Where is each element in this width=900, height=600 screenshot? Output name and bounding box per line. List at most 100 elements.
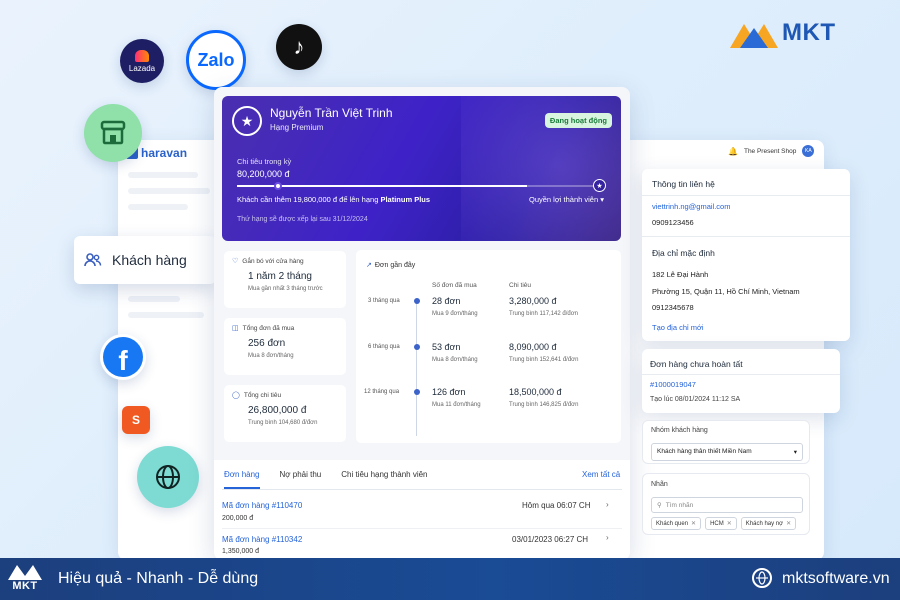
row-orders: 126 đơn <box>432 387 466 397</box>
membership-banner: ★ Nguyễn Trần Việt Trinh Hạng Premium Đa… <box>222 96 621 241</box>
row-spend-sub: Trung bình 146,825 đ/đơn <box>509 402 579 408</box>
stat-tenure-head: ♡ Gắn bó với cửa hàng <box>232 257 338 266</box>
footer-website[interactable]: mktsoftware.vn <box>782 570 890 588</box>
store-icon-glyph <box>100 120 126 145</box>
trend-icon: ↗ <box>366 262 372 269</box>
address-line2: Phường 15, Quận 11, Hồ Chí Minh, Vietnam <box>652 287 800 296</box>
tier-reset-note: Thứ hạng sẽ được xếp lại sau 31/12/2024 <box>237 216 368 223</box>
tag-chip[interactable]: Khách quen ✕ <box>651 517 702 530</box>
lazada-label: Lazada <box>128 63 156 73</box>
footer-banner: MKT Hiệu quả - Nhanh - Dễ dùng mktsoftwa… <box>0 558 900 600</box>
stat-orders-value: 256 đơn <box>248 338 286 349</box>
member-benefits-dropdown[interactable]: Quyền lợi thành viên ▾ <box>529 195 604 204</box>
stat-tenure: ♡ Gắn bó với cửa hàng 1 năm 2 tháng Mua … <box>224 251 346 308</box>
order-code-link[interactable]: Mã đơn hàng #110342 <box>222 535 302 544</box>
tag-chip[interactable]: Khách hay nợ ✕ <box>740 517 797 530</box>
tags-title: Nhãn <box>651 481 668 488</box>
customers-nav-callout[interactable]: Khách hàng <box>74 236 216 284</box>
close-icon[interactable]: ✕ <box>786 520 791 527</box>
pending-divider <box>642 374 840 375</box>
tab-receivables[interactable]: Nợ phải thu <box>280 470 322 489</box>
stat-orders-sub: Mua 8 đơn/tháng <box>248 353 294 359</box>
address-line1: 182 Lê Đại Hành <box>652 270 709 279</box>
tags-card: Nhãn ⚲ Tìm nhãn Khách quen ✕ HCM ✕ Khách h… <box>642 473 810 535</box>
order-amount: 1,350,000 đ <box>222 548 259 555</box>
tab-membership-spend[interactable]: Chi tiêu hạng thành viên <box>341 470 427 489</box>
upgrade-hint-prefix: Khách cần thêm 19,800,000 đ để lên hạng <box>237 195 381 204</box>
mkt-logo-text: MKT <box>782 19 836 46</box>
contact-card: Thông tin liên hệ viettrinh.ng@gmail.com… <box>642 169 850 341</box>
haravan-logo-text: haravan <box>141 146 188 160</box>
chevron-down-icon: ▾ <box>793 449 797 456</box>
row-spend-sub: Trung bình 152,641 đ/đơn <box>509 357 579 363</box>
tab-orders[interactable]: Đơn hàng <box>224 470 260 489</box>
row-period: 3 tháng qua <box>368 298 400 304</box>
stat-total-spend: ◯ Tổng chi tiêu 26,800,000 đ Trung bình … <box>224 385 346 442</box>
star-icon: ★ <box>593 179 606 192</box>
close-icon[interactable]: ✕ <box>691 520 696 527</box>
address-title: Địa chỉ mặc định <box>652 248 715 258</box>
recent-orders-title: ↗ Đơn gần đây <box>366 261 415 269</box>
customer-group-select[interactable]: Khách hàng thân thiết Miền Nam ▾ <box>651 443 803 461</box>
order-time: Hôm qua 06:07 CH <box>522 501 591 510</box>
add-address-link[interactable]: Tạo địa chỉ mới <box>652 323 704 332</box>
chevron-right-icon[interactable]: › <box>606 533 609 542</box>
row-spend: 3,280,000 đ <box>509 296 557 306</box>
row-spend: 8,090,000 đ <box>509 342 557 352</box>
bell-icon[interactable]: 🔔 <box>728 147 738 156</box>
stat-spend-head: ◯ Tổng chi tiêu <box>232 391 338 400</box>
row-divider <box>222 528 622 529</box>
timeline-dot <box>414 344 420 350</box>
footer-mkt-logo: MKT <box>8 562 42 592</box>
star-icon: ★ <box>232 106 262 136</box>
see-all-link[interactable]: Xem tất cả <box>582 470 620 479</box>
stat-orders-head: ◫ Tổng đơn đã mua <box>232 324 338 333</box>
globe-icon <box>137 446 199 508</box>
zalo-icon: Zalo <box>186 30 246 90</box>
avatar[interactable]: KA <box>802 145 815 157</box>
stat-orders-title: Tổng đơn đã mua <box>242 324 295 332</box>
sidebar-placeholder <box>128 188 210 194</box>
facebook-glyph: f <box>103 337 143 377</box>
footer-slogan: Hiệu quả - Nhanh - Dễ dùng <box>58 570 259 587</box>
group-title: Nhóm khách hàng <box>651 427 708 434</box>
row-orders: 53 đơn <box>432 342 461 352</box>
stat-spend-sub: Trung bình 104,680 đ/đơn <box>248 420 318 426</box>
row-orders-sub: Mua 11 đơn/tháng <box>432 402 481 408</box>
col-header-orders: Số đơn đã mua <box>432 282 477 289</box>
tag-search-input[interactable]: ⚲ Tìm nhãn <box>651 497 803 513</box>
row-orders-sub: Mua 9 đơn/tháng <box>432 311 478 317</box>
sidebar-placeholder <box>128 204 188 210</box>
pending-order-link[interactable]: #1000019047 <box>650 380 696 389</box>
stat-total-orders: ◫ Tổng đơn đã mua 256 đơn Mua 8 đơn/thán… <box>224 318 346 375</box>
chevron-right-icon[interactable]: › <box>606 500 609 509</box>
timeline-dot <box>414 298 420 304</box>
tag-chip-label: Khách hay nợ <box>745 520 784 527</box>
order-time: 03/01/2023 06:27 CH <box>512 535 589 544</box>
order-code-link[interactable]: Mã đơn hàng #110470 <box>222 501 302 510</box>
lazada-heart-mark <box>135 49 149 62</box>
facebook-icon: f <box>100 334 146 380</box>
spend-value: 80,200,000 đ <box>237 169 290 179</box>
spend-label: Chi tiêu trong kỳ <box>237 157 292 166</box>
store-icon <box>84 104 142 162</box>
row-period: 6 tháng qua <box>368 344 400 350</box>
footer-logo-text: MKT <box>12 580 38 592</box>
contact-phone: 0909123456 <box>652 218 694 227</box>
mkt-logo: MKT <box>730 18 835 48</box>
topbar-account[interactable]: 🔔 The Present Shop KA <box>728 145 815 157</box>
row-orders-sub: Mua 8 đơn/tháng <box>432 357 478 363</box>
heart-icon: ♡ <box>232 258 239 265</box>
contact-email[interactable]: viettrinh.ng@gmail.com <box>652 202 730 211</box>
user-group-icon <box>84 253 102 267</box>
customers-nav-label: Khách hàng <box>112 252 187 268</box>
row-spend: 18,500,000 đ <box>509 387 562 397</box>
row-spend-sub: Trung bình 117,142 đ/đơn <box>509 311 578 317</box>
tag-chip[interactable]: HCM ✕ <box>705 517 737 530</box>
shopee-icon: S <box>122 406 150 434</box>
tier-progress-start-dot <box>274 182 282 190</box>
close-icon[interactable]: ✕ <box>727 520 732 527</box>
lazada-icon: Lazada <box>120 39 164 83</box>
chevron-down-icon: ▾ <box>600 195 604 204</box>
row-period: 12 tháng qua <box>364 389 400 395</box>
